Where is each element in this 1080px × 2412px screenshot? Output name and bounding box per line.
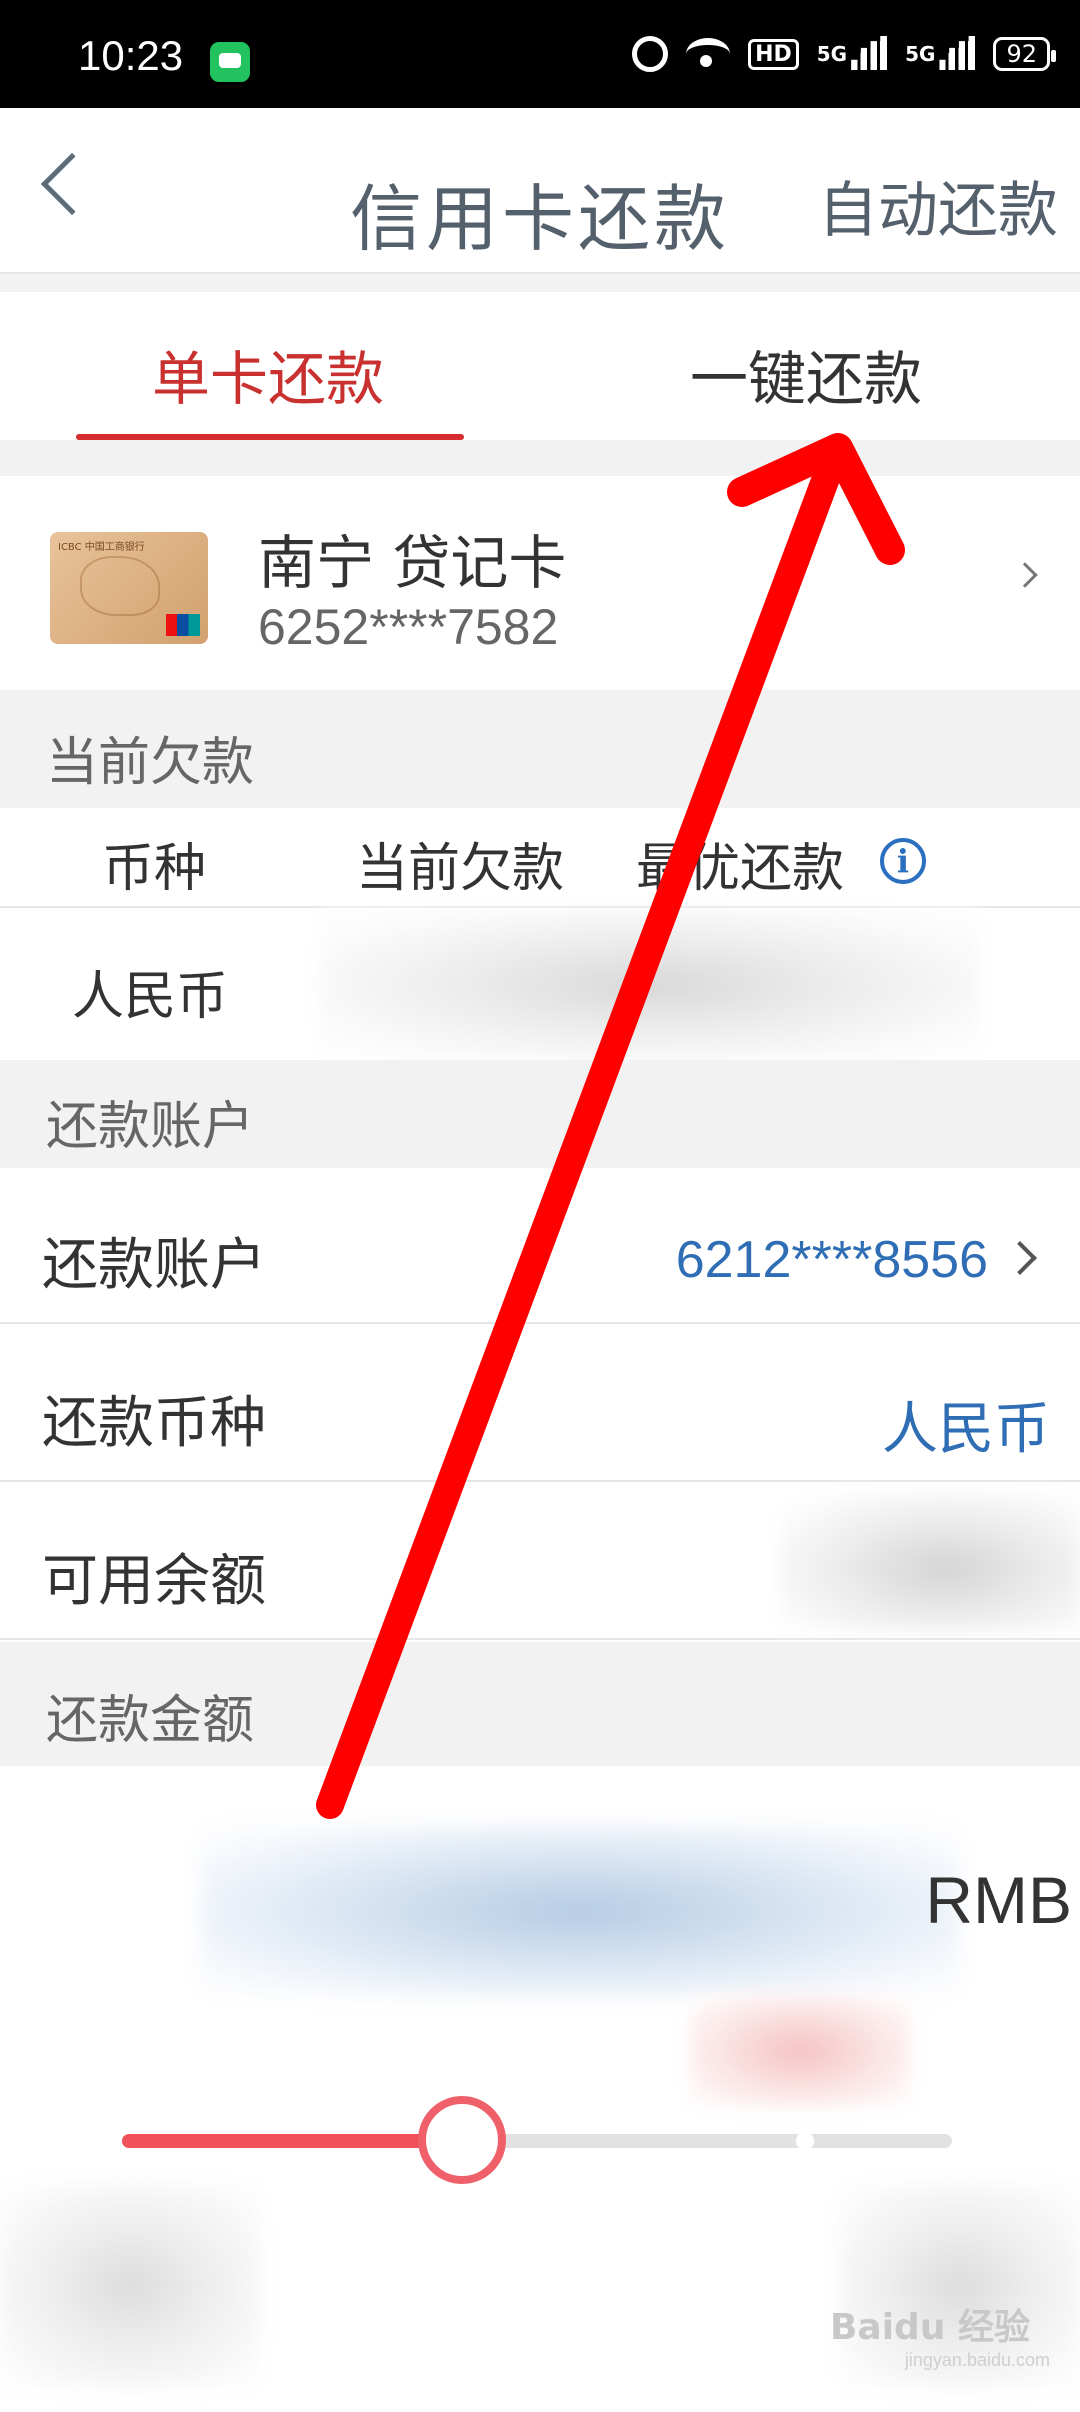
tab-one-click-repay[interactable]: 一键还款 bbox=[690, 332, 922, 416]
credit-card-selector[interactable]: ICBC 中国工商银行 南宁 贷记卡 6252****7582 bbox=[0, 476, 1080, 690]
card-number: 6252****7582 bbox=[258, 599, 559, 655]
debt-table-header: 币种 当前欠款 最优还款 i bbox=[0, 808, 1080, 908]
status-time: 10:23 bbox=[78, 32, 184, 79]
row-currency: 人民币 bbox=[72, 967, 229, 1027]
slider-thumb[interactable] bbox=[418, 2096, 507, 2184]
section-repay-amount: 还款金额 bbox=[0, 1642, 1080, 1766]
section-title: 还款金额 bbox=[46, 1691, 255, 1751]
signal-5g-label-2: 5G bbox=[905, 42, 936, 66]
amount-slider[interactable] bbox=[122, 2096, 952, 2184]
signal-5g-icon-2: 5G bbox=[905, 36, 976, 70]
tab-single-card-repay[interactable]: 单卡还款 bbox=[152, 332, 384, 416]
chevron-right-icon bbox=[1003, 1241, 1037, 1275]
slider-fill bbox=[122, 2134, 463, 2148]
signal-5g-icon: 5G bbox=[816, 36, 888, 70]
card-map-art bbox=[80, 556, 160, 616]
tab-bar: 单卡还款 一键还款 bbox=[0, 292, 1080, 440]
card-bank-label: ICBC 中国工商银行 bbox=[58, 542, 145, 553]
status-bar: 10:23 HD 5G 5G 92 bbox=[0, 0, 1080, 108]
repay-currency-row[interactable]: 还款币种 人民币 bbox=[0, 1326, 1080, 1482]
redacted-hint bbox=[690, 1996, 910, 2106]
card-thumbnail: ICBC 中国工商银行 bbox=[50, 532, 208, 644]
column-optimal-repay: 最优还款 bbox=[636, 839, 845, 899]
amount-input[interactable] bbox=[200, 1826, 960, 1996]
repay-account-row[interactable]: 还款账户 6212****8556 bbox=[0, 1168, 1080, 1324]
available-balance-label: 可用余额 bbox=[42, 1549, 266, 1614]
slider-stop-dot bbox=[796, 2132, 814, 2150]
alarm-icon bbox=[632, 36, 669, 72]
amount-unit: RMB bbox=[925, 1863, 1072, 1937]
auto-repay-button[interactable]: 自动还款 bbox=[818, 162, 1058, 249]
status-icons: HD 5G 5G 92 bbox=[632, 36, 1056, 72]
chevron-right-icon bbox=[1012, 562, 1038, 588]
divider bbox=[0, 440, 1080, 476]
info-icon[interactable]: i bbox=[880, 838, 926, 884]
section-title: 当前欠款 bbox=[46, 733, 255, 793]
hd-icon: HD bbox=[748, 38, 799, 70]
watermark-url: jingyan.baidu.com bbox=[904, 2350, 1050, 2370]
redacted-balance bbox=[780, 1494, 1080, 1630]
column-currency: 币种 bbox=[102, 839, 207, 899]
repay-account-value: 6212****8556 bbox=[675, 1231, 988, 1289]
wifi-icon bbox=[686, 38, 731, 70]
unionpay-logo-icon bbox=[166, 614, 200, 636]
repay-account-label: 还款账户 bbox=[42, 1233, 266, 1298]
nav-bar: 信用卡还款 自动还款 bbox=[0, 108, 1080, 274]
signal-5g-label: 5G bbox=[816, 42, 848, 66]
watermark-logo: Baidu 经验 bbox=[829, 2307, 1030, 2348]
section-title: 还款账户 bbox=[46, 1097, 255, 1157]
section-repay-account: 还款账户 bbox=[0, 1060, 1080, 1168]
available-balance-row: 可用余额 bbox=[0, 1484, 1080, 1640]
battery-icon: 92 bbox=[993, 37, 1056, 71]
redacted-min-amount bbox=[0, 2186, 260, 2386]
redacted-amounts bbox=[320, 910, 980, 1060]
section-current-debt: 当前欠款 bbox=[0, 690, 1080, 808]
repay-currency-value: 人民币 bbox=[882, 1397, 1050, 1462]
column-current-debt: 当前欠款 bbox=[356, 839, 565, 899]
repay-currency-label: 还款币种 bbox=[42, 1391, 266, 1456]
table-row: 人民币 bbox=[0, 910, 1080, 1060]
repay-amount-area: RMB Baidu 经验 jingyan.baidu.com bbox=[0, 1766, 1080, 2412]
message-app-icon bbox=[210, 42, 250, 82]
divider bbox=[0, 274, 1080, 292]
card-name: 南宁 贷记卡 bbox=[258, 529, 567, 597]
